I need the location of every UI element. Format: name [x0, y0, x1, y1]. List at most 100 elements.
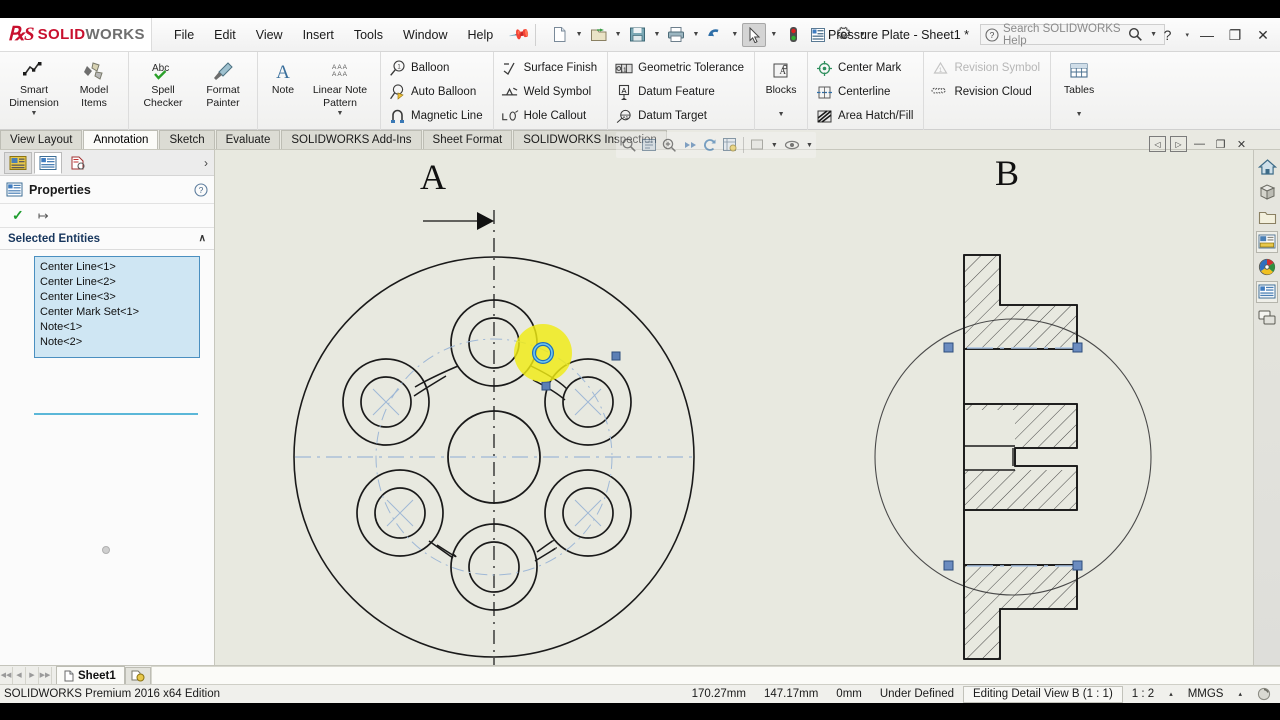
new-document-caret[interactable]: ▼	[573, 31, 586, 38]
area-hatch-fill-button[interactable]: Area Hatch/Fill	[812, 104, 919, 128]
model-items-button[interactable]: Model Items	[64, 54, 124, 109]
revision-cloud-button[interactable]: Revision Cloud	[928, 80, 1046, 104]
unit-system-caret-icon[interactable]: ▴	[1232, 690, 1248, 698]
restore-right-icon[interactable]: ▷	[1170, 136, 1187, 152]
feature-manager-tree-tab[interactable]	[4, 151, 32, 174]
list-item[interactable]: Note<2>	[40, 335, 194, 350]
unit-system[interactable]: MMGS	[1179, 686, 1233, 703]
display-style-icon[interactable]	[748, 134, 766, 156]
list-item[interactable]: Center Line<2>	[40, 275, 194, 290]
note-button[interactable]: A Note	[262, 54, 304, 97]
menu-file[interactable]: File	[164, 24, 204, 46]
custom-properties-icon[interactable]	[1256, 281, 1278, 303]
menu-tools[interactable]: Tools	[344, 24, 393, 46]
auto-balloon-button[interactable]: Auto Balloon	[385, 80, 489, 104]
help-caret[interactable]: ▾	[1182, 31, 1192, 39]
sheet-scale[interactable]: 1 : 2	[1123, 686, 1163, 703]
pin-icon[interactable]: ↦	[38, 208, 49, 224]
display-style-caret[interactable]: ▼	[768, 142, 781, 149]
file-explorer-icon[interactable]	[1256, 206, 1278, 228]
sheet-tab-sheet1[interactable]: Sheet1	[56, 666, 125, 684]
centerline-button[interactable]: Centerline	[812, 80, 919, 104]
undo-caret[interactable]: ▼	[728, 31, 741, 38]
select-cursor-caret[interactable]: ▼	[767, 31, 780, 38]
view-heads-up-toolbar[interactable]: ▼ ▼	[616, 132, 816, 158]
smart-dimension-button[interactable]: Smart Dimension ▼	[4, 54, 64, 117]
configuration-manager-tab[interactable]	[64, 152, 92, 174]
tab-sketch[interactable]: Sketch	[159, 130, 215, 149]
menu-help[interactable]: Help	[458, 24, 504, 46]
add-sheet-button[interactable]	[124, 666, 151, 684]
next-sheet-button[interactable]: ▶	[26, 666, 39, 684]
maximize-view-icon[interactable]: ❐	[1212, 136, 1229, 152]
collapse-caret-icon[interactable]: ∧	[199, 233, 206, 244]
tables-button[interactable]: Tables ▼	[1055, 54, 1103, 118]
blocks-button[interactable]: A Blocks ▼	[759, 54, 803, 118]
tab-view-layout[interactable]: View Layout	[0, 130, 83, 149]
rotate-view-icon[interactable]	[701, 134, 719, 156]
close-view-icon[interactable]: ✕	[1233, 136, 1250, 152]
search-help-box[interactable]: ? Search SOLIDWORKS Help ▼	[980, 23, 1165, 47]
previous-view-icon[interactable]	[680, 134, 698, 156]
help-button[interactable]: ?	[1154, 22, 1180, 48]
list-item[interactable]: Center Mark Set<1>	[40, 305, 194, 320]
tab-solidworks-add-ins[interactable]: SOLIDWORKS Add-Ins	[281, 130, 422, 149]
view-orientation-icon[interactable]	[721, 134, 739, 156]
open-document-caret[interactable]: ▼	[612, 31, 625, 38]
solidworks-logo[interactable]: ℞S SOLIDWORKS	[0, 17, 152, 52]
section-view-label-a[interactable]: A	[420, 156, 446, 198]
hide-show-items-icon[interactable]	[783, 134, 801, 156]
detail-view-label-b[interactable]: B	[995, 152, 1019, 194]
solidworks-resources-icon[interactable]	[1256, 181, 1278, 203]
hole-callout-button[interactable]: Hole Callout	[498, 104, 604, 128]
blocks-dropdown-icon[interactable]: ▼	[778, 111, 785, 118]
list-item[interactable]: Note<1>	[40, 320, 194, 335]
save-icon[interactable]	[626, 23, 650, 47]
spell-checker-button[interactable]: Abc Spell Checker	[133, 54, 193, 109]
print-icon[interactable]	[664, 23, 688, 47]
close-button[interactable]: ✕	[1250, 22, 1276, 48]
list-item[interactable]: Center Line<1>	[40, 260, 194, 275]
balloon-button[interactable]: 1 Balloon	[385, 56, 489, 80]
zoom-to-area-icon[interactable]	[620, 134, 638, 156]
design-library-icon[interactable]	[1256, 306, 1278, 328]
menu-insert[interactable]: Insert	[293, 24, 344, 46]
drawing-properties-icon[interactable]	[806, 23, 830, 47]
menu-window[interactable]: Window	[393, 24, 457, 46]
restore-left-icon[interactable]: ◁	[1149, 136, 1166, 152]
hide-show-caret[interactable]: ▼	[803, 142, 816, 149]
zoom-to-fit-icon[interactable]	[640, 134, 658, 156]
panel-resize-grip[interactable]	[102, 546, 112, 556]
new-document-icon[interactable]	[548, 23, 572, 47]
search-input[interactable]: Search SOLIDWORKS Help	[1003, 23, 1124, 47]
save-caret[interactable]: ▼	[651, 31, 664, 38]
zoom-in-out-icon[interactable]	[660, 134, 678, 156]
rebuild-traffic-light-icon[interactable]	[781, 23, 805, 47]
selected-entities-list[interactable]: Center Line<1> Center Line<2> Center Lin…	[34, 256, 200, 358]
sheet-scale-caret-icon[interactable]: ▴	[1163, 690, 1179, 698]
tab-annotation[interactable]: Annotation	[83, 130, 159, 149]
menu-view[interactable]: View	[246, 24, 293, 46]
view-palette-icon[interactable]	[1256, 231, 1278, 253]
prev-sheet-button[interactable]: ◀	[13, 666, 26, 684]
geometric-tolerance-button[interactable]: .1 Geometric Tolerance	[612, 56, 750, 80]
pin-icon[interactable]: 📌	[508, 23, 531, 47]
tab-sheet-format[interactable]: Sheet Format	[422, 130, 513, 149]
check-icon[interactable]: ✓	[12, 207, 24, 224]
linear-note-pattern-dropdown-icon[interactable]: ▼	[337, 110, 344, 117]
menu-edit[interactable]: Edit	[204, 24, 246, 46]
datum-feature-button[interactable]: A Datum Feature	[612, 80, 750, 104]
minimize-view-icon[interactable]: —	[1191, 136, 1208, 152]
home-icon[interactable]	[1256, 156, 1278, 178]
tables-dropdown-icon[interactable]: ▼	[1076, 111, 1083, 118]
linear-note-pattern-button[interactable]: AAA AAA Linear Note Pattern ▼	[304, 54, 376, 117]
surface-finish-button[interactable]: Surface Finish	[498, 56, 604, 80]
center-mark-button[interactable]: Center Mark	[812, 56, 919, 80]
property-manager-tab[interactable]	[34, 151, 62, 174]
smart-dimension-dropdown-icon[interactable]: ▼	[31, 110, 38, 117]
last-sheet-button[interactable]: ▶▶	[39, 666, 52, 684]
list-item[interactable]: Center Line<3>	[40, 290, 194, 305]
revision-symbol-button[interactable]: 1 Revision Symbol	[928, 56, 1046, 80]
undo-icon[interactable]	[703, 23, 727, 47]
print-caret[interactable]: ▼	[689, 31, 702, 38]
